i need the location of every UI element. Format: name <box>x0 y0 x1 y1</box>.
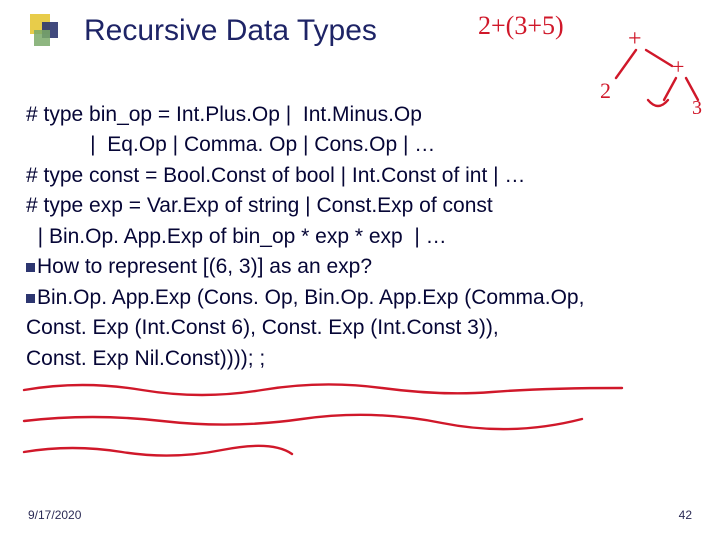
hand-expr: 2+(3+5) <box>478 11 564 40</box>
footer-date: 9/17/2020 <box>28 508 81 522</box>
hand-plus-root: + <box>628 26 642 52</box>
slide-body: # type bin_op = Int.Plus.Op | Int.Minus.… <box>26 100 694 374</box>
title-row: Recursive Data Types <box>30 14 377 48</box>
underline-annotation <box>22 376 662 404</box>
slide: Recursive Data Types 2+(3+5) + 2 + 3 # t… <box>0 0 720 540</box>
bullet-line: How to represent [(6, 3)] as an exp? <box>26 252 694 282</box>
code-line: | Eq.Op | Comma. Op | Cons.Op | … <box>26 130 694 160</box>
bullet-icon <box>26 263 35 272</box>
underline-annotation <box>22 438 662 466</box>
logo-icon <box>30 14 70 48</box>
bullet-line: Bin.Op. App.Exp (Cons. Op, Bin.Op. App.E… <box>26 283 694 313</box>
hand-plus-r: + <box>672 54 684 79</box>
footer-page-number: 42 <box>679 508 692 522</box>
page-title: Recursive Data Types <box>84 14 377 48</box>
underline-annotation <box>22 407 662 435</box>
code-line: | Bin.Op. App.Exp of bin_op * exp * exp … <box>26 222 694 252</box>
code-line: # type exp = Var.Exp of string | Const.E… <box>26 191 694 221</box>
code-line: Const. Exp Nil.Const)))); ; <box>26 344 694 374</box>
bullet-text: How to represent [(6, 3)] as an exp? <box>37 255 372 278</box>
code-line: # type bin_op = Int.Plus.Op | Int.Minus.… <box>26 100 694 130</box>
code-line: Const. Exp (Int.Const 6), Const. Exp (In… <box>26 313 694 343</box>
bullet-text: Bin.Op. App.Exp (Cons. Op, Bin.Op. App.E… <box>37 286 584 309</box>
bullet-icon <box>26 294 35 303</box>
code-line: # type const = Bool.Const of bool | Int.… <box>26 161 694 191</box>
